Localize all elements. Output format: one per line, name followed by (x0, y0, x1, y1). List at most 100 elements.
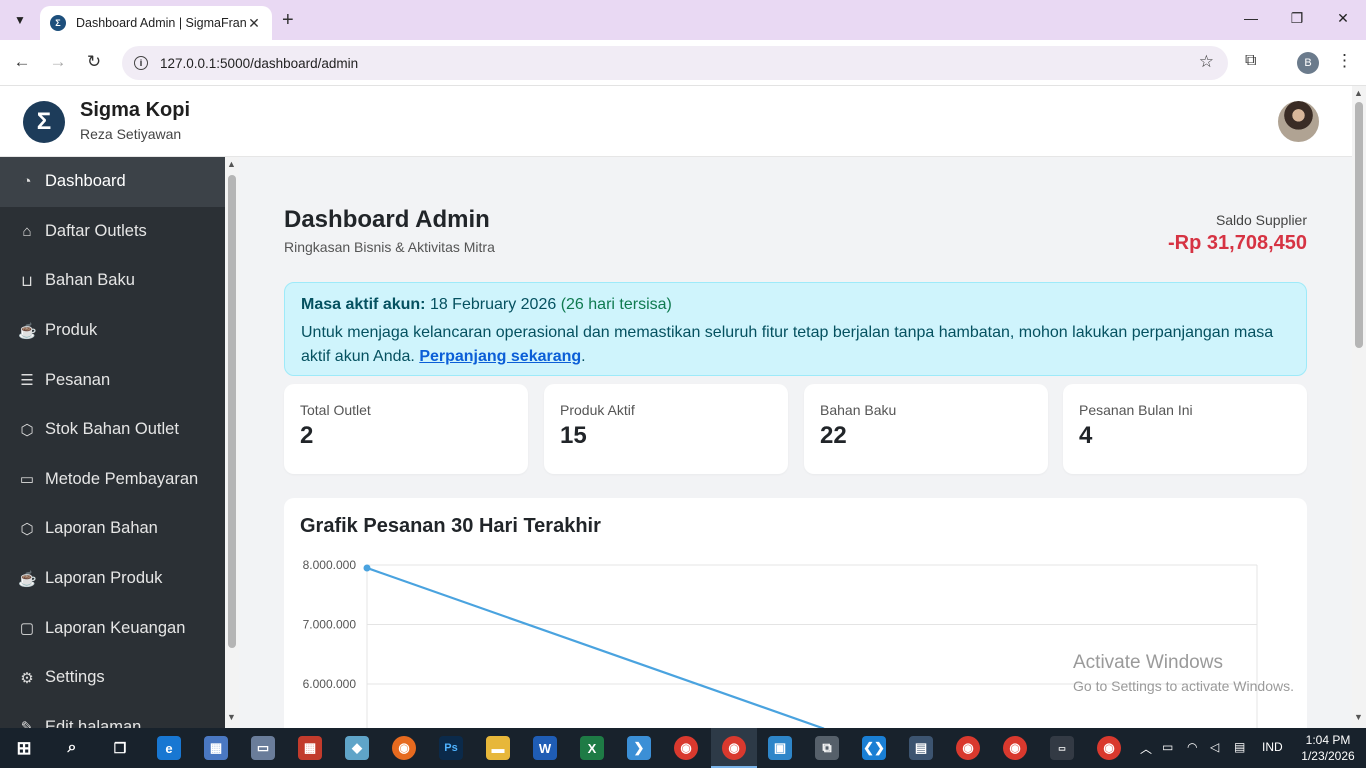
chrome-icon-3[interactable]: ◉ (1003, 736, 1027, 760)
reload-icon[interactable]: ↻ (83, 52, 105, 72)
account-expiry-alert: Masa aktif akun: 18 February 2026 (26 ha… (284, 282, 1307, 376)
page-scroll-thumb[interactable] (1355, 102, 1363, 348)
alert-label: Masa aktif akun: (301, 296, 426, 313)
extensions-icon[interactable]: ⧉ (1245, 52, 1256, 70)
activate-windows-watermark: Activate Windows Go to Settings to activ… (1073, 652, 1294, 694)
file-explorer-icon[interactable]: ▬ (486, 736, 510, 760)
bookmark-star-icon[interactable]: ☆ (1199, 52, 1214, 72)
browser-menu-icon[interactable]: ⋮ (1336, 51, 1353, 71)
sidebar-scrollbar[interactable]: ▲ ▼ (225, 157, 239, 728)
sidebar-item-produk[interactable]: ☕ Produk (0, 306, 225, 356)
minimize-icon[interactable]: — (1236, 10, 1266, 26)
browser-tab-strip: ▼ Σ Dashboard Admin | SigmaFranc ✕ + — ❐… (0, 0, 1366, 40)
browser-tab[interactable]: Σ Dashboard Admin | SigmaFranc ✕ (40, 6, 272, 40)
chrome-icon-2[interactable]: ◉ (956, 736, 980, 760)
box-icon: ⬡ (20, 421, 34, 439)
user-name: Reza Setiyawan (80, 126, 182, 142)
notification-icon[interactable]: ▤ (1234, 740, 1245, 754)
restore-icon[interactable]: ❐ (1282, 10, 1312, 27)
powershell-icon[interactable]: ❯ (627, 736, 651, 760)
chrome-icon[interactable]: ◉ (674, 736, 698, 760)
edge-icon[interactable]: e (157, 736, 181, 760)
gauge-icon: ◔ (22, 173, 32, 191)
stat-card-pesanan-bulan-ini: Pesanan Bulan Ini 4 (1063, 384, 1307, 474)
terminal-app-icon[interactable]: ▭ (1050, 736, 1074, 760)
saldo-label: Saldo Supplier (1215, 212, 1307, 228)
chrome-profile-icon[interactable]: ◉ (722, 736, 746, 760)
chart-series-line (366, 566, 825, 728)
chart-y-tick-label: 7.000.000 (303, 618, 357, 632)
profile-avatar[interactable]: B (1297, 52, 1319, 74)
sidebar-scroll-thumb[interactable] (228, 175, 236, 648)
clock-time: 1:04 PM (1305, 733, 1351, 747)
scroll-down-icon[interactable]: ▼ (227, 712, 236, 722)
new-tab-icon[interactable]: + (282, 9, 294, 32)
scroll-down-icon[interactable]: ▼ (1354, 712, 1363, 722)
word-icon[interactable]: W (533, 736, 557, 760)
sidebar-item-stok-bahan-outlet[interactable]: ⬡ Stok Bahan Outlet (0, 405, 225, 455)
sidebar-item-dashboard[interactable]: ◔ Dashboard (0, 157, 225, 207)
page-scrollbar[interactable]: ▲ ▼ (1352, 86, 1366, 728)
stat-value: 15 (560, 422, 587, 449)
main-content: Dashboard Admin Ringkasan Bisnis & Aktiv… (239, 157, 1352, 728)
back-icon[interactable]: ← (11, 52, 33, 72)
chart-data-point[interactable] (363, 564, 371, 572)
tab-search-icon[interactable]: ▼ (8, 8, 32, 32)
user-avatar[interactable] (1278, 101, 1319, 142)
stat-card-produk-aktif: Produk Aktif 15 (544, 384, 788, 474)
favicon-icon: Σ (50, 15, 66, 31)
search-icon[interactable]: ⌕ (60, 736, 84, 760)
start-icon[interactable]: ⊞ (12, 736, 36, 760)
sidebar-item-bahan-baku[interactable]: ⊔ Bahan Baku (0, 256, 225, 306)
server-app-icon[interactable]: ▤ (909, 736, 933, 760)
sidebar-item-metode-pembayaran[interactable]: ▭ Metode Pembayaran (0, 455, 225, 505)
store-app-icon[interactable]: ▦ (204, 736, 228, 760)
url-text[interactable]: 127.0.0.1:5000/dashboard/admin (160, 56, 1228, 71)
forward-icon[interactable]: → (47, 52, 69, 72)
close-window-icon[interactable]: ✕ (1328, 10, 1358, 27)
wallet-icon: ▢ (19, 620, 35, 638)
tray-expand-icon[interactable]: ︿ (1140, 740, 1152, 757)
games-app-icon[interactable]: ▦ (298, 736, 322, 760)
photoshop-icon[interactable]: Ps (439, 736, 463, 760)
site-info-icon[interactable]: i (134, 56, 148, 70)
sidebar-item-edit-halaman[interactable]: ✎ Edit halaman (0, 703, 225, 728)
remote-desktop-icon[interactable]: ▣ (768, 736, 792, 760)
computer-app-icon[interactable]: ▭ (251, 736, 275, 760)
cup-report-icon: ☕ (18, 570, 37, 588)
task-view-icon[interactable]: ❐ (108, 736, 132, 760)
scroll-up-icon[interactable]: ▲ (227, 159, 236, 169)
sidebar-item-laporan-produk[interactable]: ☕ Laporan Produk (0, 554, 225, 604)
windows-taskbar: ⊞ ⌕ ❐ e ▦ ▭ ▦ ◆ ◉ Ps ▬ W X ❯ ◉ ◉ ▣ ⧉ ❮❯ … (0, 728, 1366, 768)
edit-icon: ✎ (20, 719, 34, 728)
sidebar-item-label: Daftar Outlets (45, 221, 147, 240)
network-app-icon[interactable]: ⧉ (815, 736, 839, 760)
excel-icon[interactable]: X (580, 736, 604, 760)
firefox-icon[interactable]: ◉ (392, 736, 416, 760)
sidebar-item-pesanan[interactable]: ☰ Pesanan (0, 355, 225, 405)
wifi-icon[interactable]: ◠ (1187, 740, 1197, 754)
chart-y-tick-label: 6.000.000 (303, 677, 357, 691)
battery-icon[interactable]: ▭ (1162, 740, 1173, 754)
sidebar-item-label: Dashboard (45, 172, 126, 191)
vscode-icon[interactable]: ❮❯ (862, 736, 886, 760)
watermark-line-1: Activate Windows (1073, 652, 1223, 673)
brand-name: Sigma Kopi (80, 99, 191, 121)
clock[interactable]: 1:04 PM 1/23/2026 (1296, 732, 1360, 764)
language-indicator[interactable]: IND (1262, 740, 1283, 754)
alert-remaining: (26 hari tersisa) (560, 296, 672, 313)
address-bar[interactable]: i 127.0.0.1:5000/dashboard/admin ☆ (122, 46, 1228, 80)
sidebar-item-label: Pesanan (45, 370, 111, 389)
close-tab-icon[interactable]: ✕ (246, 15, 262, 32)
notes-app-icon[interactable]: ◆ (345, 736, 369, 760)
scroll-up-icon[interactable]: ▲ (1354, 88, 1363, 98)
sidebar-item-label: Laporan Keuangan (45, 618, 186, 637)
sidebar-item-daftar-outlets[interactable]: ⌂ Daftar Outlets (0, 207, 225, 257)
sidebar-item-settings[interactable]: ⚙ Settings (0, 653, 225, 703)
chrome-icon-4[interactable]: ◉ (1097, 736, 1121, 760)
volume-icon[interactable]: ◁ (1210, 740, 1219, 754)
sidebar-item-laporan-bahan[interactable]: ⬡ Laporan Bahan (0, 504, 225, 554)
renew-link[interactable]: Perpanjang sekarang (419, 348, 581, 365)
sidebar-item-laporan-keuangan[interactable]: ▢ Laporan Keuangan (0, 603, 225, 653)
gear-icon: ⚙ (20, 669, 34, 687)
